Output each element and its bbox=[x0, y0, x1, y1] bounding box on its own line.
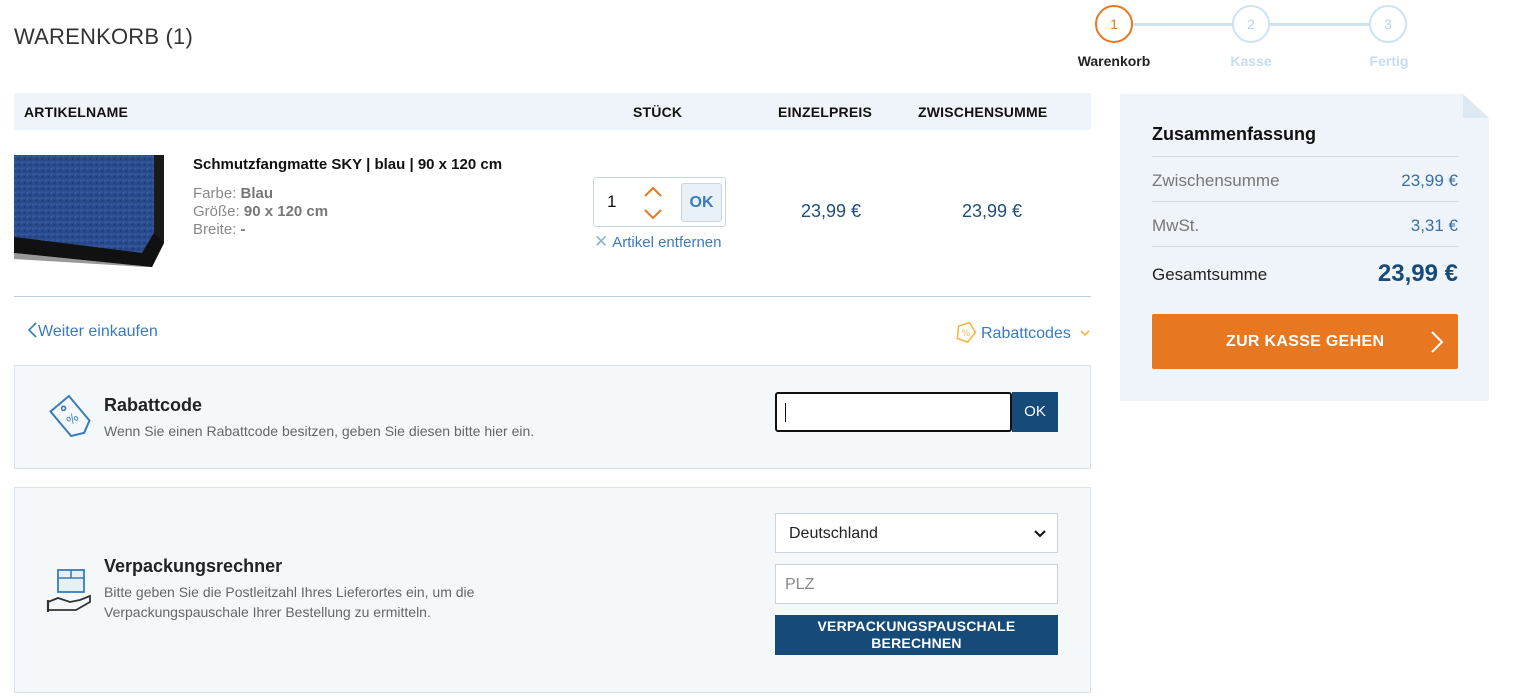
chevron-down-icon bbox=[1080, 330, 1090, 337]
coupon-code-input[interactable] bbox=[775, 392, 1012, 432]
order-summary: Zusammenfassung Zwischensumme 23,99 € Mw… bbox=[1120, 94, 1489, 401]
remove-item-link[interactable]: ✕ Artikel entfernen bbox=[594, 232, 721, 252]
continue-shopping-label: Weiter einkaufen bbox=[38, 323, 158, 340]
postal-code-input[interactable]: PLZ bbox=[775, 564, 1058, 604]
unit-price: 23,99 € bbox=[801, 201, 862, 221]
packaging-description-line1: Bitte geben Sie die Postleitzahl Ihres L… bbox=[104, 584, 475, 600]
header-quantity: STÜCK bbox=[633, 104, 683, 120]
quantity-arrows bbox=[642, 184, 664, 222]
packaging-description-line2: Verpackungspauschale Ihrer Bestellung zu… bbox=[104, 604, 431, 620]
summary-title: Zusammenfassung bbox=[1152, 124, 1317, 144]
quantity-stepper: 1 OK bbox=[593, 177, 726, 227]
quantity-input[interactable]: 1 bbox=[607, 192, 616, 212]
product-attr-width: Breite: - bbox=[193, 221, 246, 238]
svg-text:%: % bbox=[962, 329, 971, 339]
attr-value: Blau bbox=[240, 185, 274, 202]
coupon-tag-icon: % bbox=[48, 392, 92, 445]
step-connector bbox=[1131, 23, 1233, 26]
attr-label: Größe: bbox=[193, 203, 240, 220]
calculate-button-line1: VERPACKUNGSPAUSCHALE bbox=[817, 618, 1016, 634]
text-caret bbox=[785, 403, 786, 422]
attr-label: Farbe: bbox=[193, 185, 237, 202]
step-3-circle: 3 bbox=[1369, 5, 1407, 43]
calculate-button-line2: BERECHNEN bbox=[871, 635, 962, 651]
product-image[interactable] bbox=[14, 155, 164, 267]
summary-subtotal-value: 23,99 € bbox=[1401, 171, 1458, 190]
package-hand-icon bbox=[46, 566, 94, 621]
summary-total-label: Gesamtsumme bbox=[1152, 265, 1268, 284]
chevron-left-icon bbox=[27, 322, 37, 338]
summary-divider bbox=[1152, 246, 1458, 247]
product-attr-size: Größe: 90 x 120 cm bbox=[193, 203, 328, 220]
coupon-ok-button[interactable]: OK bbox=[1012, 392, 1058, 432]
doormat-image bbox=[14, 155, 164, 267]
header-article-name: ARTIKELNAME bbox=[24, 104, 129, 120]
cart-table-header: ARTIKELNAME STÜCK EINZELPREIS ZWISCHENSU… bbox=[14, 93, 1091, 130]
discount-codes-toggle[interactable]: % Rabattcodes bbox=[955, 321, 1091, 344]
step-3-label: Fertig bbox=[1369, 53, 1409, 69]
summary-divider bbox=[1152, 156, 1458, 157]
header-unit-price: EINZELPREIS bbox=[778, 104, 872, 120]
country-selected-value: Deutschland bbox=[789, 525, 878, 542]
header-subtotal: ZWISCHENSUMME bbox=[918, 104, 1048, 120]
step-2-label: Kasse bbox=[1230, 53, 1272, 69]
step-2-circle: 2 bbox=[1232, 5, 1270, 43]
summary-divider bbox=[1152, 201, 1458, 202]
close-icon: ✕ bbox=[594, 232, 609, 251]
coupon-title: Rabattcode bbox=[104, 395, 203, 415]
attr-value: 90 x 120 cm bbox=[243, 203, 329, 220]
attr-label: Breite: bbox=[193, 221, 237, 238]
page-title: WARENKORB (1) bbox=[14, 24, 194, 49]
discount-codes-label: Rabattcodes bbox=[981, 325, 1071, 342]
folded-corner bbox=[1463, 94, 1489, 118]
row-divider bbox=[14, 296, 1091, 297]
coupon-description: Wenn Sie einen Rabattcode besitzen, gebe… bbox=[104, 423, 535, 439]
postal-code-placeholder: PLZ bbox=[785, 576, 815, 593]
calculate-packaging-button[interactable]: VERPACKUNGSPAUSCHALE BERECHNEN bbox=[775, 615, 1058, 655]
svg-text:%: % bbox=[64, 410, 82, 428]
chevron-down-icon bbox=[1034, 530, 1046, 538]
summary-tax-label: MwSt. bbox=[1152, 216, 1200, 235]
item-subtotal: 23,99 € bbox=[962, 201, 1023, 221]
checkout-button-label: ZUR KASSE GEHEN bbox=[1226, 333, 1385, 350]
step-1-label: Warenkorb bbox=[1077, 53, 1151, 69]
product-name[interactable]: Schmutzfangmatte SKY | blau | 90 x 120 c… bbox=[193, 156, 502, 173]
checkout-button[interactable]: ZUR KASSE GEHEN bbox=[1152, 314, 1458, 369]
chevron-up-icon[interactable] bbox=[644, 186, 662, 197]
packaging-calculator-panel: Verpackungsrechner Bitte geben Sie die P… bbox=[14, 487, 1091, 693]
chevron-right-icon bbox=[1431, 331, 1444, 353]
quantity-ok-button[interactable]: OK bbox=[681, 183, 722, 222]
remove-item-label: Artikel entfernen bbox=[612, 234, 722, 251]
country-select[interactable]: Deutschland bbox=[775, 513, 1058, 553]
step-1-circle: 1 bbox=[1095, 5, 1133, 43]
discount-tag-icon: % bbox=[956, 321, 977, 344]
step-connector bbox=[1269, 23, 1371, 26]
chevron-down-icon[interactable] bbox=[644, 209, 662, 220]
product-attr-color: Farbe: Blau bbox=[193, 185, 273, 202]
summary-total-value: 23,99 € bbox=[1377, 260, 1458, 287]
attr-value: - bbox=[240, 221, 246, 238]
coupon-panel: % Rabattcode Wenn Sie einen Rabattcode b… bbox=[14, 365, 1091, 469]
summary-tax-value: 3,31 € bbox=[1410, 216, 1458, 235]
summary-subtotal-label: Zwischensumme bbox=[1152, 171, 1280, 190]
continue-shopping-link[interactable]: Weiter einkaufen bbox=[26, 321, 158, 341]
checkout-stepper: 1 2 3 Warenkorb Kasse Fertig bbox=[1070, 4, 1430, 74]
packaging-title: Verpackungsrechner bbox=[104, 556, 283, 576]
